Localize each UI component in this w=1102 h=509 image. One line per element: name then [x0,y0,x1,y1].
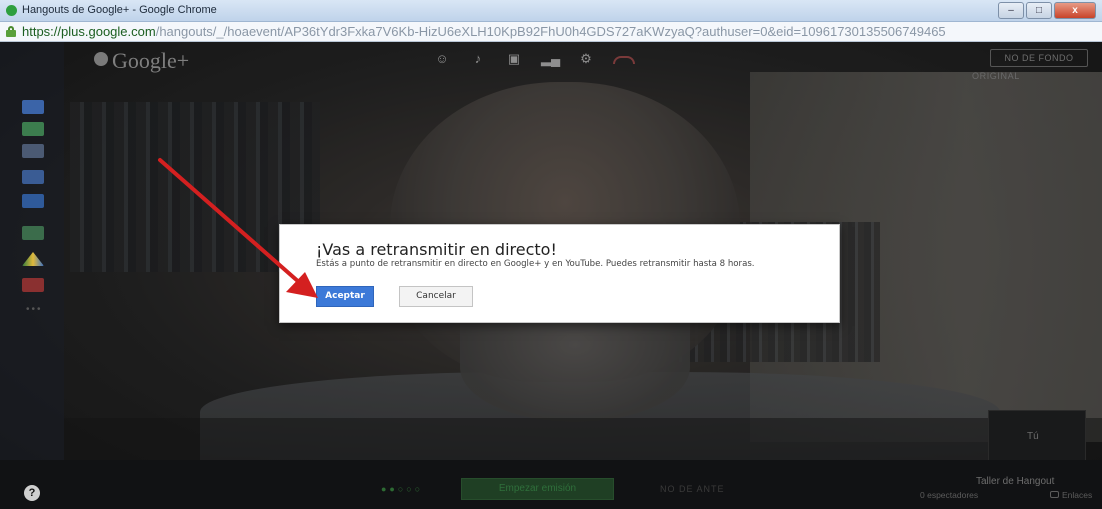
invite-icon[interactable]: ☺ [433,52,451,66]
filmstrip [64,418,1102,460]
google-plus-logo: Google+ [92,48,189,74]
self-label: Tú [1027,431,1039,442]
broadcast-confirm-dialog: ¡Vas a retransmitir en directo! Estás a … [279,224,840,323]
captions-icon[interactable] [22,144,44,158]
title-bar: Hangouts de Google+ - Google Chrome – □ … [0,0,1102,22]
hangouts-app-icon [6,5,17,16]
drive-icon[interactable] [22,252,44,266]
background-button[interactable]: NO DE FONDO [990,49,1088,67]
links-icon[interactable] [1050,491,1059,498]
chat-icon[interactable] [22,100,44,114]
apps-rail: ••• [0,42,64,509]
dialog-message: Estás a punto de retransmitir en directo… [316,259,755,269]
remote-desktop-icon[interactable] [22,194,44,208]
status-dots-icon: ●●○○○ [381,484,424,494]
window-controls: – □ x [998,2,1096,19]
app-icon[interactable] [22,278,44,292]
dialog-title: ¡Vas a retransmitir en directo! [316,240,557,259]
url-host: https://plus.google.com [22,24,156,39]
accept-button[interactable]: Aceptar [316,286,374,307]
help-icon[interactable]: ? [24,485,40,501]
original-label[interactable]: ORIGINAL [972,71,1020,81]
minimize-button[interactable]: – [998,2,1024,19]
photo-icon[interactable] [22,226,44,240]
bandwidth-icon[interactable]: ▂▄ [541,52,560,66]
settings-icon[interactable]: ⚙ [577,52,595,66]
live-status-label: NO DE ANTE [660,484,725,494]
hangout-name: Taller de Hangout [976,476,1055,487]
cancel-button[interactable]: Cancelar [399,286,473,307]
logo-text: Google+ [112,48,190,73]
youtube-icon[interactable] [22,170,44,184]
camera-mute-icon[interactable]: ▣ [505,52,523,66]
start-broadcast-button[interactable]: Empezar emisión [461,478,614,500]
browser-window: Hangouts de Google+ - Google Chrome – □ … [0,0,1102,509]
lock-icon [6,26,16,37]
maximize-button[interactable]: □ [1026,2,1052,19]
more-apps-icon[interactable]: ••• [26,304,43,315]
links-button[interactable]: Enlaces [1062,490,1092,500]
viewer-count: 0 espectadores [920,490,979,500]
hangup-icon[interactable] [613,56,635,64]
close-window-button[interactable]: x [1054,2,1096,19]
url-bar[interactable]: https://plus.google.com/hangouts/_/hoaev… [0,22,1102,42]
url-text[interactable]: https://plus.google.com/hangouts/_/hoaev… [22,24,946,39]
url-path: /hangouts/_/hoaevent/AP36tYdr3Fxka7V6Kb-… [155,24,946,39]
mic-mute-icon[interactable]: ♪ [469,52,487,66]
call-controls: ☺ ♪ ▣ ▂▄ ⚙ [433,52,635,66]
window-title: Hangouts de Google+ - Google Chrome [22,4,217,16]
screenshare-icon[interactable] [22,122,44,136]
